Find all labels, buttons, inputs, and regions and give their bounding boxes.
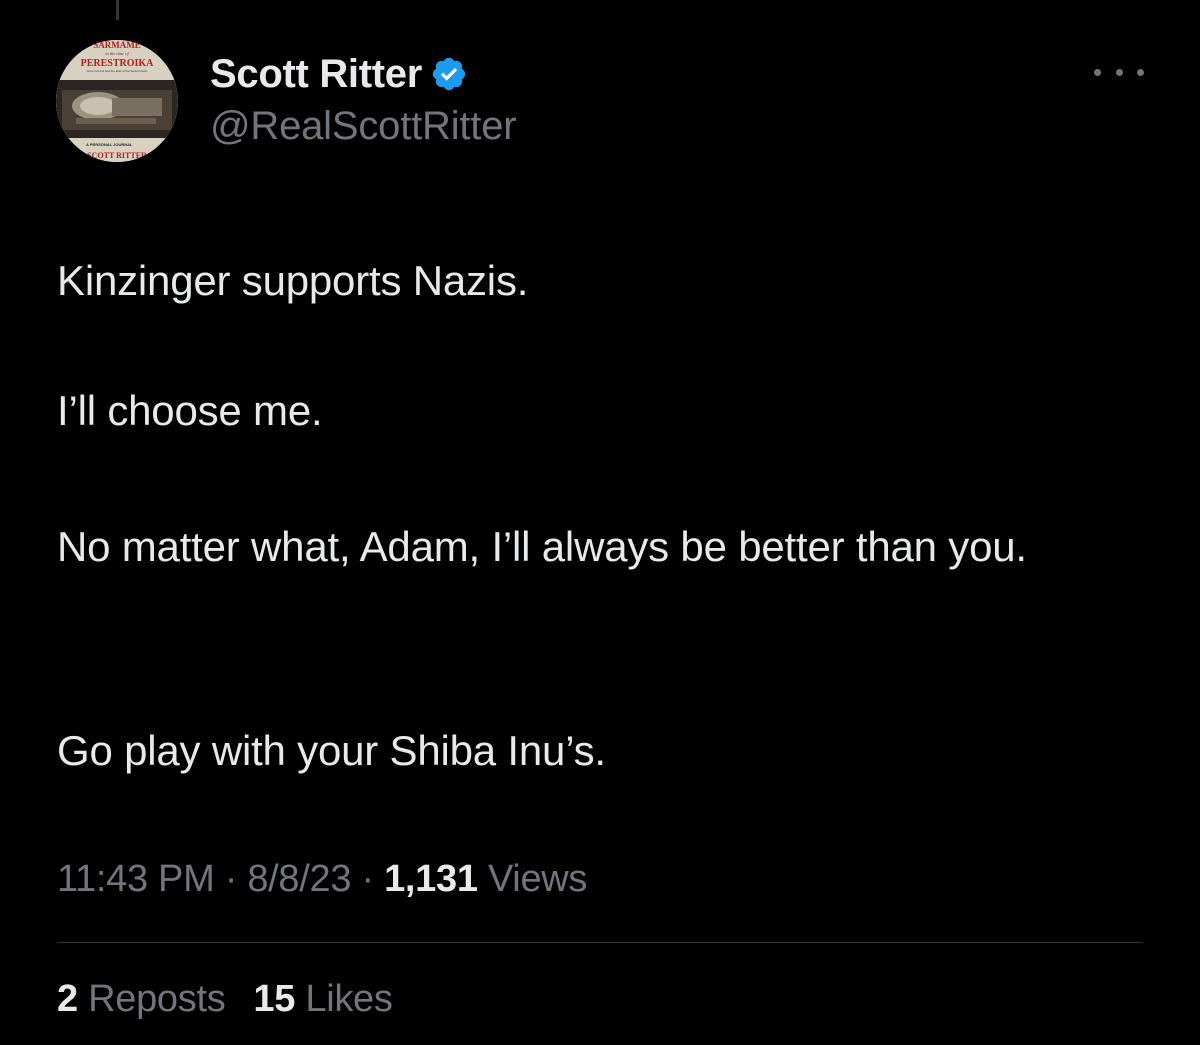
reposts-stat[interactable]: 2 Reposts [57,978,226,1020]
avatar[interactable]: SARMAME in the time of PERESTROIKA Arms … [56,40,178,162]
more-horizontal-icon-dot [1115,68,1123,76]
more-horizontal-icon-dot [1137,68,1144,76]
meta-separator: · [361,858,374,900]
views-label[interactable]: Views [488,858,587,900]
likes-stat[interactable]: 15 Likes [253,978,392,1020]
tweet-paragraph: No matter what, Adam, I’ll always be bet… [57,523,1027,570]
views-count[interactable]: 1,131 [384,858,478,900]
likes-count: 15 [253,978,296,1020]
reposts-label: Reposts [88,978,226,1020]
avatar-author-name: SCOTT RITTER [87,151,147,160]
meta-separator: · [224,858,238,900]
avatar-subtitle: in the time of [105,51,129,56]
author-handle[interactable]: @RealScottRitter [210,104,517,149]
more-options-button[interactable] [1094,62,1144,82]
avatar-tagline: Arms Control and the End of the Soviet U… [87,69,148,73]
tweet-paragraph: I’ll choose me. [57,387,323,434]
tweet-time[interactable]: 11:43 PM [57,858,215,900]
author-name-row[interactable]: Scott Ritter [210,48,468,100]
book-cover-avatar-image: SARMAME in the time of PERESTROIKA Arms … [56,40,178,162]
divider [57,942,1143,943]
more-horizontal-icon [1094,68,1101,76]
engagement-stats: 2 Reposts 15 Likes [57,978,393,1021]
tweet-paragraph: Go play with your Shiba Inu’s. [57,727,606,774]
verified-badge-icon [432,57,466,91]
likes-label: Likes [305,978,393,1020]
reposts-count: 2 [57,978,78,1020]
avatar-journal: A PERSONAL JOURNAL [86,142,133,147]
avatar-title-main: PERESTROIKA [81,58,155,69]
tweet-paragraph: Kinzinger supports Nazis. [57,257,529,304]
tweet-date[interactable]: 8/8/23 [247,858,351,900]
tweet-metadata: 11:43 PM · 8/8/23 · 1,131 Views [57,858,587,901]
display-name[interactable]: Scott Ritter [210,52,422,97]
thread-connector-line [116,0,119,20]
avatar-title-top: SARMAME [93,40,141,50]
